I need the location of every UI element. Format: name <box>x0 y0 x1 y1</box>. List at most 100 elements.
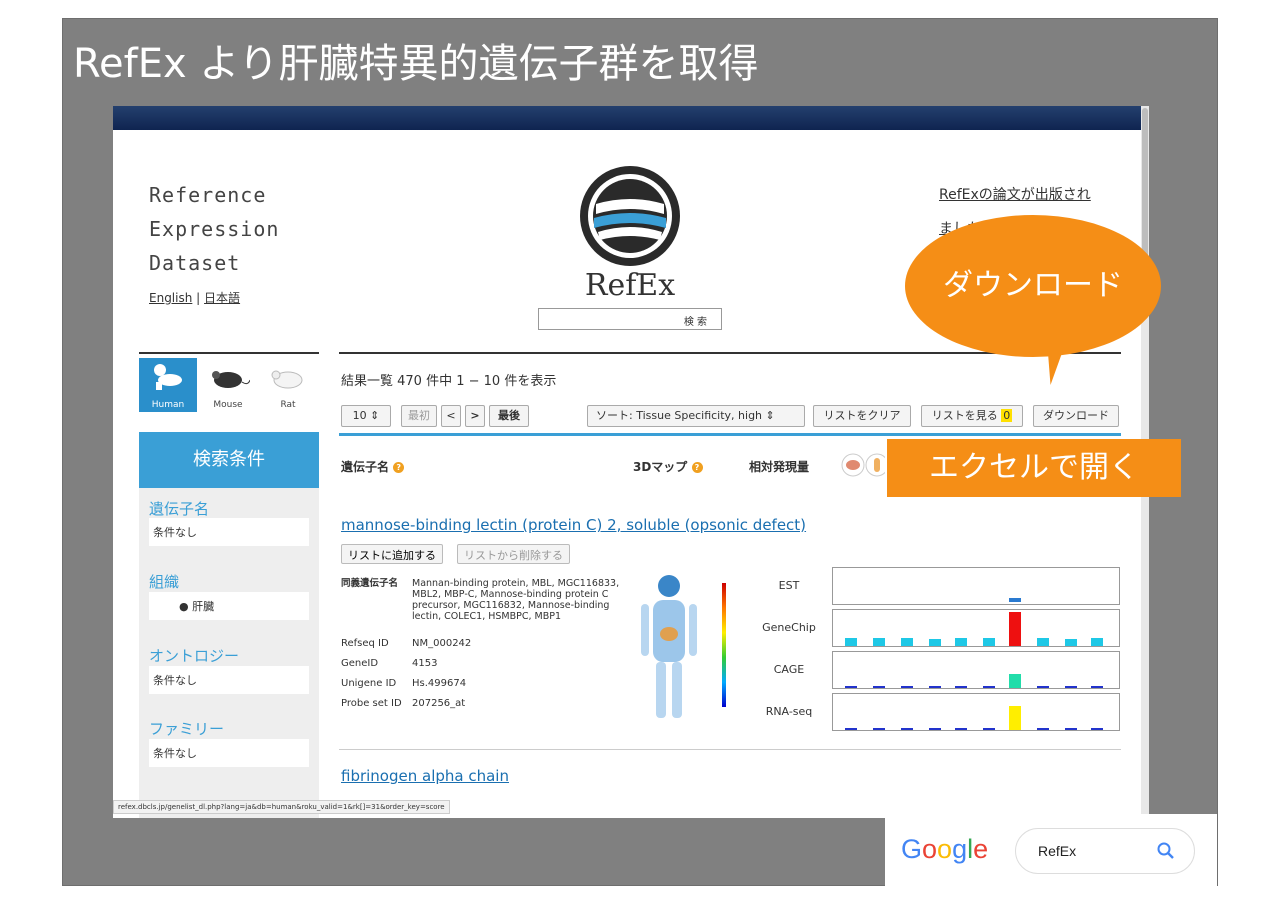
probe-value: 207256_at <box>412 698 466 709</box>
download-button[interactable]: ダウンロード <box>1033 405 1119 427</box>
condition-ontology-value: 条件なし <box>149 666 309 694</box>
rat-icon <box>271 370 303 389</box>
view-list-button[interactable]: リストを見る 0 <box>921 405 1023 427</box>
species-human[interactable]: Human <box>139 358 197 412</box>
next-page-button[interactable]: > <box>465 405 485 427</box>
refseq-row: Refseq ID NM_000242 <box>341 638 471 649</box>
condition-gene-title[interactable]: 遺伝子名 <box>149 498 209 519</box>
expr-bar <box>873 638 885 646</box>
species-label: Human <box>151 400 185 410</box>
site-header-bar <box>113 106 1149 130</box>
condition-tissue-value: ● 肝臓 <box>149 592 309 620</box>
expr-bar <box>845 638 857 646</box>
lang-english-link[interactable]: English <box>149 291 192 305</box>
probe-label: Probe set ID <box>341 698 402 709</box>
expression-color-scale <box>722 583 726 707</box>
expr-chart-genechip <box>832 609 1120 647</box>
expr-bar <box>1065 728 1077 730</box>
unigene-row: Unigene ID Hs.499674 <box>341 678 466 689</box>
condition-gene-value: 条件なし <box>149 518 309 546</box>
expr-bar <box>1065 639 1077 646</box>
expr-bar <box>929 728 941 730</box>
condition-family-title[interactable]: ファミリー <box>149 718 224 739</box>
google-search-input[interactable]: RefEx <box>1015 828 1195 874</box>
search-input[interactable]: 検 索 <box>538 308 722 330</box>
expr-bar <box>955 728 967 730</box>
help-icon[interactable]: ? <box>691 462 703 473</box>
expr-label-est: EST <box>778 579 800 592</box>
expr-bar <box>983 638 995 646</box>
expr-bar <box>1009 674 1021 688</box>
expr-chart-est <box>832 567 1120 605</box>
expr-label-genechip: GeneChip <box>762 621 816 634</box>
status-bar-url: refex.dbcls.jp/genelist_dl.php?lang=ja&d… <box>113 800 450 814</box>
col-3dmap: 3Dマップ ? <box>633 458 703 475</box>
per-page-select[interactable]: 10 ⇕ <box>341 405 391 427</box>
expr-bar <box>901 686 913 688</box>
expr-bar <box>873 686 885 688</box>
expr-bar <box>955 686 967 688</box>
expr-bar <box>929 639 941 646</box>
col-gene-label: 遺伝子名 <box>341 460 390 474</box>
condition-ontology-title[interactable]: オントロジー <box>149 645 239 666</box>
species-selector: Human Mouse Rat <box>139 352 319 414</box>
last-page-button[interactable]: 最後 <box>489 405 529 427</box>
result-divider <box>339 749 1121 750</box>
species-mouse[interactable]: Mouse <box>199 358 257 412</box>
slide-title: RefEx より肝臓特異的遺伝子群を取得 <box>73 41 759 87</box>
google-logo: Google <box>901 834 989 864</box>
expr-label-cage: CAGE <box>773 663 805 676</box>
gene-name-link[interactable]: fibrinogen alpha chain <box>341 767 509 785</box>
expr-bar <box>1037 638 1049 646</box>
expr-bar <box>1065 686 1077 688</box>
remove-from-list-button[interactable]: リストから削除する <box>457 544 570 564</box>
condition-tissue-title[interactable]: 組織 <box>149 571 179 592</box>
gene-name-link[interactable]: mannose-binding lectin (protein C) 2, so… <box>341 516 806 534</box>
site-title-line: Expression <box>149 217 280 241</box>
lang-japanese-link[interactable]: 日本語 <box>204 291 240 305</box>
table-top-rule <box>339 433 1121 436</box>
help-icon[interactable]: ? <box>393 462 405 473</box>
baby-icon <box>154 364 182 390</box>
expr-label-rnaseq: RNA-seq <box>765 705 813 718</box>
language-switch: English | 日本語 <box>149 289 240 306</box>
refex-logo[interactable]: RefEx <box>578 164 682 304</box>
col-relative-expression: 相対発現量 <box>749 460 810 474</box>
body-map-3d-icon[interactable] <box>629 572 709 724</box>
google-search-query: RefEx <box>1038 843 1077 859</box>
species-label: Rat <box>280 400 296 410</box>
condition-family-value: 条件なし <box>149 739 309 767</box>
expr-bar <box>1009 598 1021 602</box>
sort-value: Tissue Specificity, high <box>636 409 763 422</box>
expr-bar <box>901 728 913 730</box>
expr-bar <box>1009 706 1021 730</box>
synonyms-value: Mannan-binding protein, MBL, MGC116833, … <box>412 578 620 622</box>
expr-bar <box>955 638 967 646</box>
search-icon[interactable] <box>1156 841 1176 861</box>
clear-list-button[interactable]: リストをクリア <box>813 405 911 427</box>
mouse-icon <box>212 371 251 388</box>
search-button[interactable]: 検 索 <box>684 317 707 328</box>
col-3dmap-label: 3Dマップ <box>633 460 688 474</box>
expr-bar <box>1009 612 1021 646</box>
refseq-value: NM_000242 <box>412 638 472 649</box>
expr-bar <box>1037 686 1049 688</box>
expr-bar <box>1091 638 1103 646</box>
per-page-value: 10 <box>352 409 367 422</box>
geneid-label: GeneID <box>341 658 379 669</box>
sort-select[interactable]: ソート: Tissue Specificity, high ⇕ <box>587 405 805 427</box>
open-in-excel-callout: エクセルで開く <box>887 439 1181 497</box>
prev-page-button[interactable]: < <box>441 405 461 427</box>
species-rat[interactable]: Rat <box>259 358 317 412</box>
site-title-line: Reference <box>149 183 267 207</box>
first-page-button[interactable]: 最初 <box>401 405 437 427</box>
expr-bar <box>1091 728 1103 730</box>
scrollbar-thumb[interactable] <box>1142 108 1148 258</box>
expr-bar <box>901 638 913 646</box>
organ-icons <box>841 453 885 477</box>
add-to-list-button[interactable]: リストに追加する <box>341 544 443 564</box>
site-title: Reference Expression Dataset <box>149 178 279 280</box>
expr-bar <box>983 686 995 688</box>
list-count-badge: 0 <box>1001 409 1013 422</box>
slide-background: RefEx より肝臓特異的遺伝子群を取得 Reference Expressio… <box>62 18 1218 886</box>
